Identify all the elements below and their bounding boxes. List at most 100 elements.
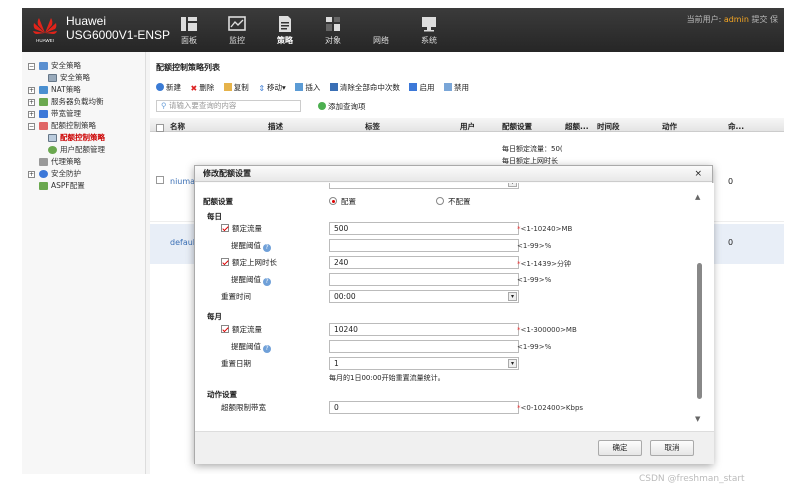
daily-traffic-hint: *<1-10240>MB <box>517 225 573 233</box>
row-name[interactable]: niuma <box>170 177 195 186</box>
server-icon <box>39 98 48 106</box>
nav-system[interactable]: 系统 <box>407 15 451 46</box>
help-icon[interactable]: ? <box>263 244 271 252</box>
monthly-alert-hint: <1-99>% <box>517 343 552 351</box>
sidebar-item-slb[interactable]: + 服务器负载均衡 <box>28 96 105 108</box>
scroll-down-icon[interactable]: ▼ <box>695 415 700 423</box>
partial-field[interactable]: ▾ <box>329 183 519 189</box>
product-name: USG6000V1-ENSP <box>66 28 171 42</box>
daily-online-hint: *<1-1439>分钟 <box>517 260 572 268</box>
nav-network[interactable]: 网络 <box>359 15 403 46</box>
scrollbar-thumb[interactable] <box>697 263 702 399</box>
help-icon[interactable]: ? <box>263 278 271 286</box>
clear-hits-button[interactable]: 清除全部命中次数 <box>329 83 400 92</box>
sidebar-item-security-policy[interactable]: 安全策略 <box>28 72 105 84</box>
daily-label: 每日 <box>207 212 222 221</box>
delete-button[interactable]: ✖ 删除 <box>190 83 215 93</box>
ok-button[interactable]: 确定 <box>598 440 642 456</box>
move-button[interactable]: ⇕ 移动▾ <box>258 83 285 93</box>
cancel-button[interactable]: 取消 <box>650 440 694 456</box>
new-button[interactable]: 新建 <box>156 83 181 92</box>
sidebar-item-proxy-policy[interactable]: 代理策略 <box>28 156 105 168</box>
sidebar-item-label: 安全防护 <box>51 169 81 178</box>
sidebar-item-user-quota[interactable]: 用户配额管理 <box>28 144 105 156</box>
collapse-icon[interactable]: − <box>28 62 35 70</box>
checkbox-checked-icon[interactable] <box>221 325 229 333</box>
system-icon <box>422 17 436 32</box>
alert-threshold-input[interactable] <box>329 239 519 252</box>
collapse-icon[interactable]: − <box>28 122 35 130</box>
nav-tree: − 安全策略 安全策略 + NAT策略 + 服务器负载均衡 + 带宽管理 − 配额控制策略… <box>28 60 105 192</box>
copy-button[interactable]: 复制 <box>223 83 249 92</box>
nav-label: 系统 <box>421 36 437 45</box>
checkbox-checked-icon[interactable] <box>221 224 229 232</box>
col-schedule[interactable]: 时间段 <box>597 121 620 132</box>
move-icon: ⇕ <box>258 84 266 93</box>
col-tag[interactable]: 标签 <box>365 121 380 132</box>
save-link[interactable]: 保 <box>770 15 778 24</box>
app-window: HUAWEI Huawei USG6000V1-ENSP 面板 监控 策略 对象… <box>22 8 784 474</box>
daily-online-checkbox[interactable]: 额定上网时长 <box>221 257 277 268</box>
alert-threshold2-input[interactable] <box>329 273 519 286</box>
radio-configure[interactable]: 配置 <box>329 196 356 207</box>
dropdown-arrow-icon[interactable]: ▾ <box>508 183 517 187</box>
monthly-traffic-input[interactable]: 10240 <box>329 323 519 336</box>
scroll-up-icon[interactable]: ▲ <box>695 193 700 201</box>
nav-policy[interactable]: 策略 <box>263 15 307 46</box>
nav-dashboard[interactable]: 面板 <box>167 15 211 46</box>
search-input[interactable]: ⚲ 请输入要查询的内容 <box>156 100 301 112</box>
col-description[interactable]: 描述 <box>268 121 283 132</box>
sidebar-item-aspf[interactable]: ASPF配置 <box>28 180 105 192</box>
proxy-icon <box>39 158 48 166</box>
sidebar-item-security-policy-group[interactable]: − 安全策略 <box>28 60 105 72</box>
row-checkbox[interactable] <box>156 176 164 184</box>
daily-traffic-input[interactable]: 500 <box>329 222 519 235</box>
disable-button[interactable]: 禁用 <box>444 83 469 92</box>
col-overquota[interactable]: 超额... <box>565 121 589 132</box>
radio-on-icon[interactable] <box>329 197 337 205</box>
sidebar-item-label: NAT策略 <box>51 85 81 94</box>
reset-time-select[interactable]: 00:00 ▾ <box>329 290 519 303</box>
checkbox-checked-icon[interactable] <box>221 258 229 266</box>
radio-not-configure[interactable]: 不配置 <box>436 196 471 207</box>
add-query-link[interactable]: 添加查询项 <box>318 101 366 112</box>
delete-icon: ✖ <box>190 84 198 93</box>
nav-monitor[interactable]: 监控 <box>215 15 259 46</box>
sidebar-item-nat-policy[interactable]: + NAT策略 <box>28 84 105 96</box>
col-name[interactable]: 名称 <box>170 121 185 132</box>
submit-link[interactable]: 提交 <box>751 15 767 24</box>
current-user[interactable]: admin <box>724 15 749 24</box>
expand-icon[interactable]: + <box>28 98 35 106</box>
overquota-bw-input[interactable]: 0 <box>329 401 519 414</box>
dropdown-arrow-icon[interactable]: ▾ <box>508 292 517 301</box>
insert-button[interactable]: 插入 <box>295 83 320 92</box>
col-user[interactable]: 用户 <box>460 121 475 132</box>
daily-traffic-checkbox[interactable]: 额定流量 <box>221 223 262 234</box>
col-hits[interactable]: 命... <box>728 121 744 132</box>
help-icon[interactable]: ? <box>263 345 271 353</box>
expand-icon[interactable]: + <box>28 110 35 118</box>
col-quota[interactable]: 配额设置 <box>502 121 532 132</box>
expand-icon[interactable]: + <box>28 170 35 178</box>
radio-off-icon[interactable] <box>436 197 444 205</box>
page-icon <box>48 74 57 82</box>
sidebar-item-security-protection[interactable]: + 安全防护 <box>28 168 105 180</box>
expand-icon[interactable]: + <box>28 86 35 94</box>
nav-object[interactable]: 对象 <box>311 15 355 46</box>
enable-button[interactable]: 启用 <box>409 83 434 92</box>
row-hits: 0 <box>728 238 734 247</box>
col-action[interactable]: 动作 <box>662 121 677 132</box>
reset-date-select[interactable]: 1 ▾ <box>329 357 519 370</box>
row-hits: 0 <box>728 177 734 186</box>
dialog-scrollbar[interactable]: ▲ ▼ <box>694 193 706 425</box>
close-icon[interactable]: × <box>694 166 702 182</box>
sidebar-item-quota-group[interactable]: − 配额控制策略 <box>28 120 105 132</box>
network-icon <box>371 15 391 33</box>
monthly-alert-input[interactable] <box>329 340 519 353</box>
sidebar-item-bandwidth[interactable]: + 带宽管理 <box>28 108 105 120</box>
dropdown-arrow-icon[interactable]: ▾ <box>508 359 517 368</box>
daily-online-input[interactable]: 240 <box>329 256 519 269</box>
sidebar-item-quota-policy[interactable]: 配额控制策略 <box>28 132 105 144</box>
object-icon <box>326 17 340 31</box>
monthly-traffic-checkbox[interactable]: 额定流量 <box>221 324 262 335</box>
